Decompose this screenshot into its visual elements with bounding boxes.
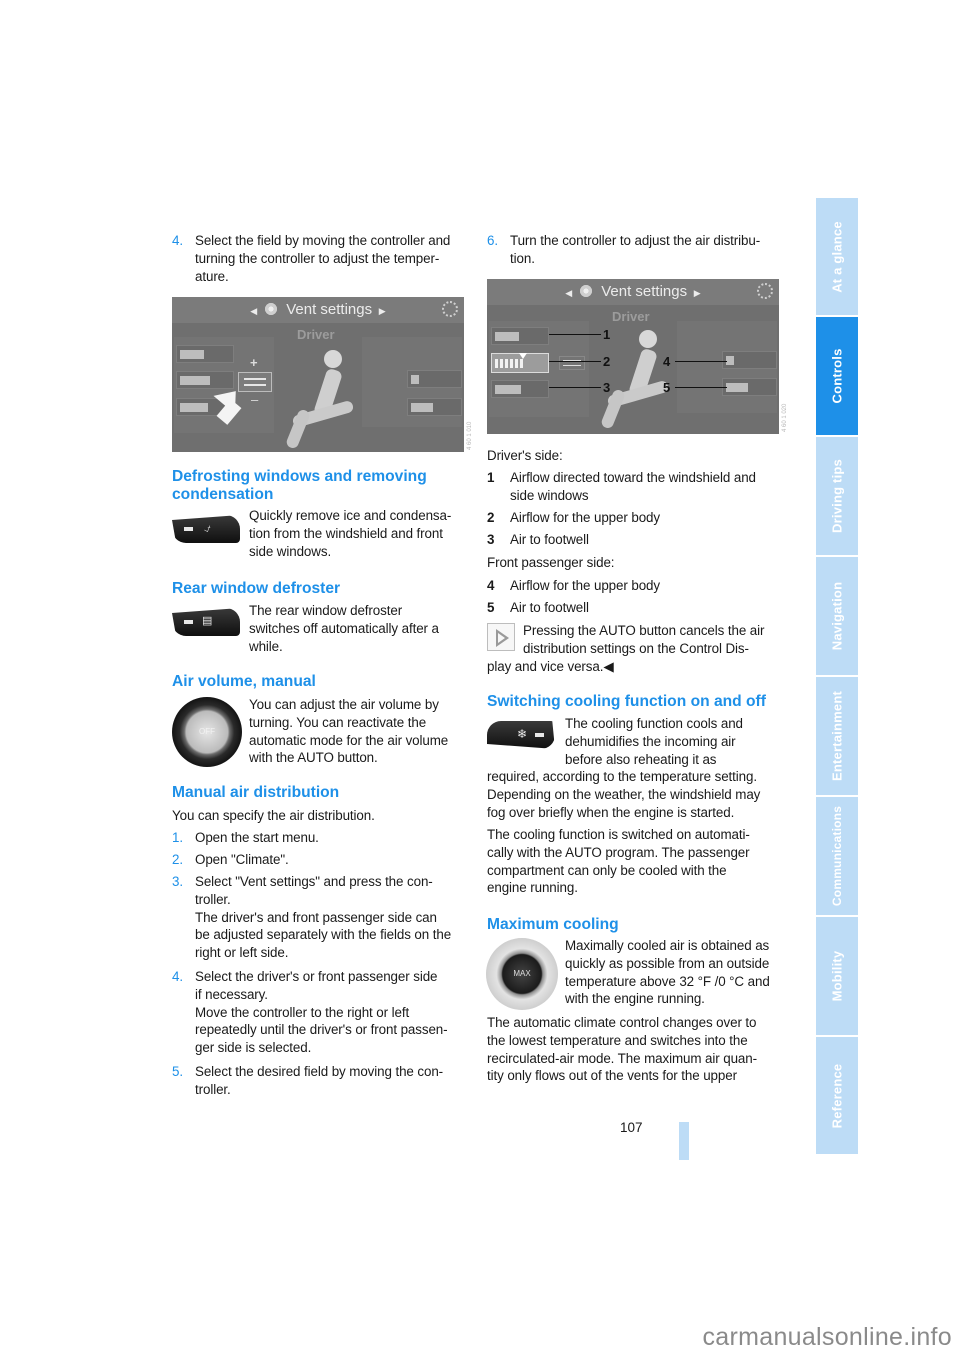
page-number: 107: [620, 1120, 643, 1135]
image-code: 4 60 1 020: [782, 403, 788, 432]
step-number: 3.: [172, 874, 183, 889]
tab-controls[interactable]: Controls: [816, 317, 858, 435]
callout-line-1: [549, 334, 601, 335]
vent-field: [407, 370, 462, 388]
air-volume-description: You can adjust the air volume by turning…: [249, 697, 449, 766]
callout-line-3: [549, 387, 601, 388]
tab-entertainment[interactable]: Entertainment: [816, 677, 858, 795]
passenger-side-label: Front passenger side:: [487, 555, 615, 570]
section-heading-rear-defroster: Rear window defroster: [172, 580, 341, 597]
screen-header: ◀ Vent settings ▶: [487, 279, 779, 305]
section-heading-manual-air-distribution: Manual air distribution: [172, 784, 340, 801]
controller-icon: [757, 283, 773, 299]
plus-sign: +: [250, 355, 258, 370]
callout-line-5: [675, 387, 727, 388]
vent-settings-screen-temperature: ◀ Vent settings ▶ Driver + –: [172, 297, 464, 452]
windshield-defrost-icon: ⍻: [204, 521, 211, 535]
step-number: 2.: [172, 852, 183, 867]
callout-3: 3: [603, 380, 611, 395]
callout-2: 2: [603, 354, 611, 369]
callout-line-4: [675, 361, 727, 362]
distribution-bars: [559, 356, 585, 370]
cooling-description: The cooling function cools and dehumidif…: [487, 716, 761, 820]
fan-icon: [578, 284, 593, 299]
tab-driving-tips[interactable]: Driving tips: [816, 437, 858, 555]
defrost-button-image: ⍻: [172, 515, 240, 543]
max-cooling-details: The automatic climate control changes ov…: [487, 1015, 757, 1084]
cooling-auto-description: The cooling function is switched on auto…: [487, 827, 750, 896]
vent-field-windshield: [491, 327, 549, 345]
vent-field: [407, 398, 462, 416]
image-code: 4 60 1 010: [467, 421, 473, 450]
tab-navigation[interactable]: Navigation: [816, 557, 858, 675]
watermark[interactable]: carmanualsonline.info: [600, 1323, 952, 1352]
chapter-tabs: At a glance Controls Driving tips Naviga…: [816, 198, 858, 1156]
seat-person-head: [324, 350, 342, 368]
callout-4: 4: [663, 354, 671, 369]
step-number: 1.: [172, 830, 183, 845]
tab-mobility[interactable]: Mobility: [816, 917, 858, 1035]
note-auto-button: Pressing the AUTO button cancels the air…: [487, 623, 765, 674]
manual-distribution-intro: You can specify the air distribution.: [172, 808, 375, 823]
screen-title: Vent settings: [286, 301, 373, 318]
callout-1: 1: [603, 327, 611, 342]
text-line: ature.: [195, 268, 229, 284]
text-line: turning the controller to adjust the tem…: [195, 250, 440, 266]
tab-at-a-glance[interactable]: At a glance: [816, 198, 858, 315]
section-heading-cooling-function: Switching cooling function on and off: [487, 693, 766, 710]
page-marker-bar: [679, 1122, 689, 1160]
step-number: 5.: [172, 1064, 183, 1079]
minus-sign: –: [251, 392, 259, 407]
text-line: Select the field by moving the controlle…: [195, 233, 451, 248]
max-cooling-description: Maximally cooled air is obtained as quic…: [565, 938, 770, 1007]
screen-title: Vent settings: [601, 283, 688, 300]
air-volume-dial-image: OFF: [172, 697, 242, 767]
screen-header: ◀ Vent settings ▶: [172, 297, 464, 323]
tab-communications[interactable]: Communications: [816, 797, 858, 915]
driver-label: Driver: [297, 327, 335, 342]
seat-person-head: [639, 330, 657, 348]
section-heading-defrosting: Defrosting windows and removing condensa…: [172, 468, 427, 503]
tab-reference[interactable]: Reference: [816, 1037, 858, 1154]
vent-field-passenger-footwell: [722, 378, 777, 396]
temperature-field-selected: [238, 372, 272, 392]
section-heading-air-volume: Air volume, manual: [172, 673, 316, 690]
vent-field-footwell: [491, 380, 549, 398]
vent-settings-screen-distribution: ◀ Vent settings ▶ Driver 1 2 3 4 5: [487, 279, 779, 434]
driver-label: Driver: [612, 309, 650, 324]
step-number: 6.: [487, 233, 498, 248]
fan-icon: [263, 302, 278, 317]
callout-5: 5: [663, 380, 671, 395]
controller-icon: [442, 301, 458, 317]
vent-field: [176, 345, 234, 363]
rear-window-defrost-icon: ▤: [202, 615, 213, 627]
callout-line-2: [549, 361, 601, 362]
rear-defrost-button-image: ▤: [172, 608, 240, 636]
max-cooling-dial-image: MAX: [486, 938, 558, 1010]
defrost-description: Quickly remove ice and condensa- tion fr…: [249, 508, 452, 559]
step-number: 4.: [172, 233, 183, 248]
rear-defroster-description: The rear window defroster switches off a…: [249, 603, 439, 654]
step-number: 4.: [172, 969, 183, 984]
vent-field-upper-body-selected: [491, 353, 549, 373]
drivers-side-label: Driver's side:: [487, 448, 563, 463]
vent-field-passenger-upper: [722, 351, 777, 369]
section-heading-maximum-cooling: Maximum cooling: [487, 916, 619, 933]
seat-person-shin: [284, 408, 312, 450]
